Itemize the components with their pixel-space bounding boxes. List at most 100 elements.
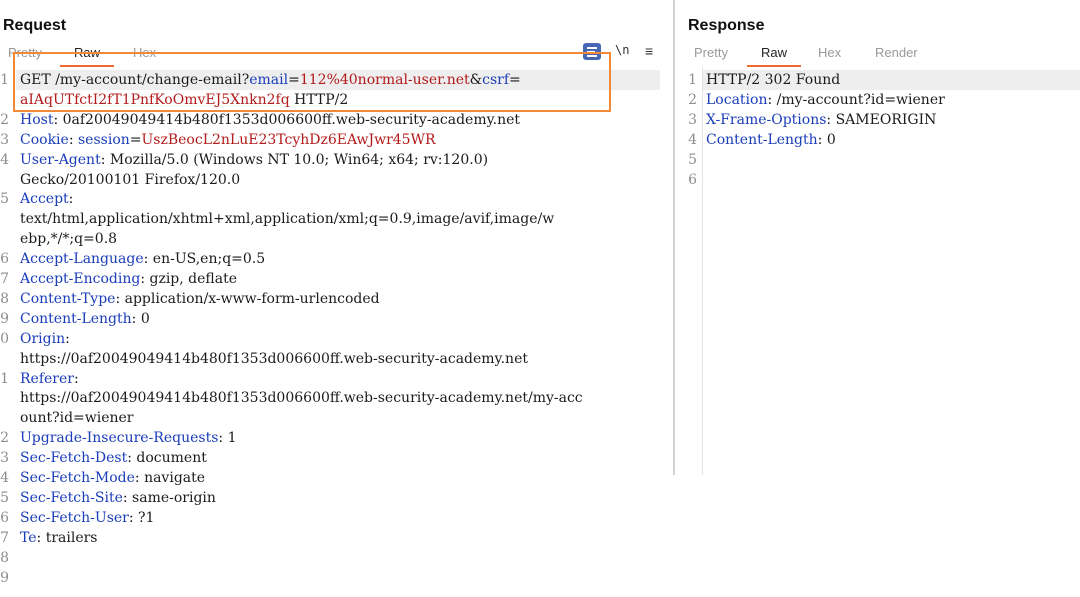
line-text: https://0af20049049414b480f1353d006600ff… [20,388,583,408]
line-number: 6 [0,509,9,526]
header-name: Origin [20,330,66,347]
plain-text: : 0af20049049414b480f1353d006600ff.web-s… [53,111,521,128]
plain-text: : [73,370,79,387]
annotation-highlight-box [13,52,611,112]
request-editor[interactable]: 1 GET /my-account/change-email?email=112%… [0,67,673,597]
plain-text: : 0 [817,131,836,148]
line-text: Content-Type: application/x-www-form-url… [20,289,380,309]
header-name: X-Frame-Options [706,111,827,128]
plain-text: : 1 [218,430,237,447]
line-number: 6 [688,171,697,188]
line-text: Accept-Language: en-US,en;q=0.5 [20,249,265,269]
line-number: 1 [0,72,9,88]
plain-text: : gzip, deflate [140,271,238,287]
plain-text: : [65,330,70,347]
line-number: 9 [0,310,9,327]
line-number: 3 [688,111,697,128]
line-number: 4 [688,131,697,148]
line-text: Te: trailers [20,528,98,548]
line-text: Sec-Fetch-Site: same-origin [20,488,216,508]
header-name: Referer [20,370,74,387]
line-number: 2 [688,91,697,108]
plain-text: : /my-account?id=wiener [767,91,945,108]
line-number: 1 [688,72,697,88]
header-name: Accept [20,191,69,208]
plain-text: https://0af20049049414b480f1353d006600ff… [20,390,583,407]
plain-text: : en-US,en;q=0.5 [143,251,266,268]
response-title: Response [688,17,765,34]
response-pane: Response Pretty Raw Hex Render 1 HTTP/2 3… [676,0,1080,597]
header-name: Location [706,91,768,108]
response-tab-hex[interactable]: Hex [818,45,841,63]
line-text: Host: 0af20049049414b480f1353d006600ff.w… [20,110,520,130]
line-number: 5 [0,191,9,208]
line-text: Accept: [20,189,73,209]
pane-divider[interactable] [673,0,675,475]
header-name: Content-Length [20,310,132,327]
header-name: Content-Type [20,290,116,307]
plain-text: : navigate [134,470,206,486]
plain-text: = [129,131,142,148]
line-text: ebp,*/*;q=0.8 [20,229,117,249]
line-number: 6 [0,251,9,268]
line-text: Content-Length: 0 [706,130,836,150]
line-number: 8 [0,290,9,307]
response-tab-pretty[interactable]: Pretty [694,45,728,63]
header-name: Te [20,529,37,546]
line-text: Sec-Fetch-User: ?1 [20,508,154,528]
plain-text: ebp,*/*;q=0.8 [20,231,118,248]
line-number: 1 [0,370,9,387]
line-text: Accept-Encoding: gzip, deflate [20,269,237,289]
line-number: 3 [0,450,9,467]
line-text: Cookie: session=UszBeocL2nLuE23TcyhDz6EA… [20,130,436,150]
param-value: UszBeocL2nLuE23TcyhDz6EAwJwr45WR [141,131,436,148]
line-text: Content-Length: 0 [20,309,150,329]
plain-text: Gecko/20100101 Firefox/120.0 [20,171,241,188]
response-tab-render[interactable]: Render [875,45,918,63]
line-number: 5 [688,151,697,168]
plain-text: https://0af20049049414b480f1353d006600ff… [20,350,528,367]
line-text: Location: /my-account?id=wiener [706,90,945,110]
line-text: Origin: [20,329,70,349]
plain-text: ount?id=wiener [20,410,134,427]
plain-text: : trailers [36,529,98,546]
line-text: Gecko/20100101 Firefox/120.0 [20,170,240,190]
header-name: Sec-Fetch-Site [20,489,123,506]
line-number: 5 [0,489,9,506]
header-name: Cookie [20,131,69,148]
line-text: User-Agent: Mozilla/5.0 (Windows NT 10.0… [20,150,488,170]
hamburger-menu-icon[interactable]: ≡ [645,43,653,60]
line-number: 4 [0,151,9,168]
plain-text: text/html,application/xhtml+xml,applicat… [20,211,555,228]
line-number: 4 [0,470,9,486]
plain-text: : [68,191,74,208]
header-name: Accept-Encoding [20,271,141,287]
line-text: X-Frame-Options: SAMEORIGIN [706,110,936,130]
plain-text: HTTP/2 302 Found [706,72,841,88]
response-editor[interactable]: 1 HTTP/2 302 Found 2 Location: /my-account?… [676,67,1080,475]
plain-text: : application/x-www-form-urlencoded [115,290,380,307]
line-text: Sec-Fetch-Mode: navigate [20,468,205,488]
line-number: 2 [0,430,9,447]
plain-text: : [68,131,78,148]
header-name: Host [20,111,54,128]
line-text: Sec-Fetch-Dest: document [20,448,207,468]
line-number: 3 [0,131,9,148]
line-text: text/html,application/xhtml+xml,applicat… [20,209,554,229]
header-name: User-Agent [20,151,101,168]
newline-toggle-button[interactable]: \n [615,43,629,60]
response-tab-raw[interactable]: Raw [746,45,802,67]
header-name: Content-Length [706,131,818,148]
header-name: session [78,131,130,148]
header-name: Sec-Fetch-Dest [20,450,128,467]
line-number: 9 [0,569,9,586]
line-number: 0 [0,330,9,347]
plain-text: : ?1 [128,509,155,526]
line-text: Upgrade-Insecure-Requests: 1 [20,428,236,448]
plain-text: : same-origin [122,489,216,506]
plain-text: : 0 [131,310,150,327]
line-number: 8 [0,549,9,566]
line-text: ount?id=wiener [20,408,134,428]
header-name: Sec-Fetch-User [20,509,129,526]
line-number: 2 [0,111,9,128]
